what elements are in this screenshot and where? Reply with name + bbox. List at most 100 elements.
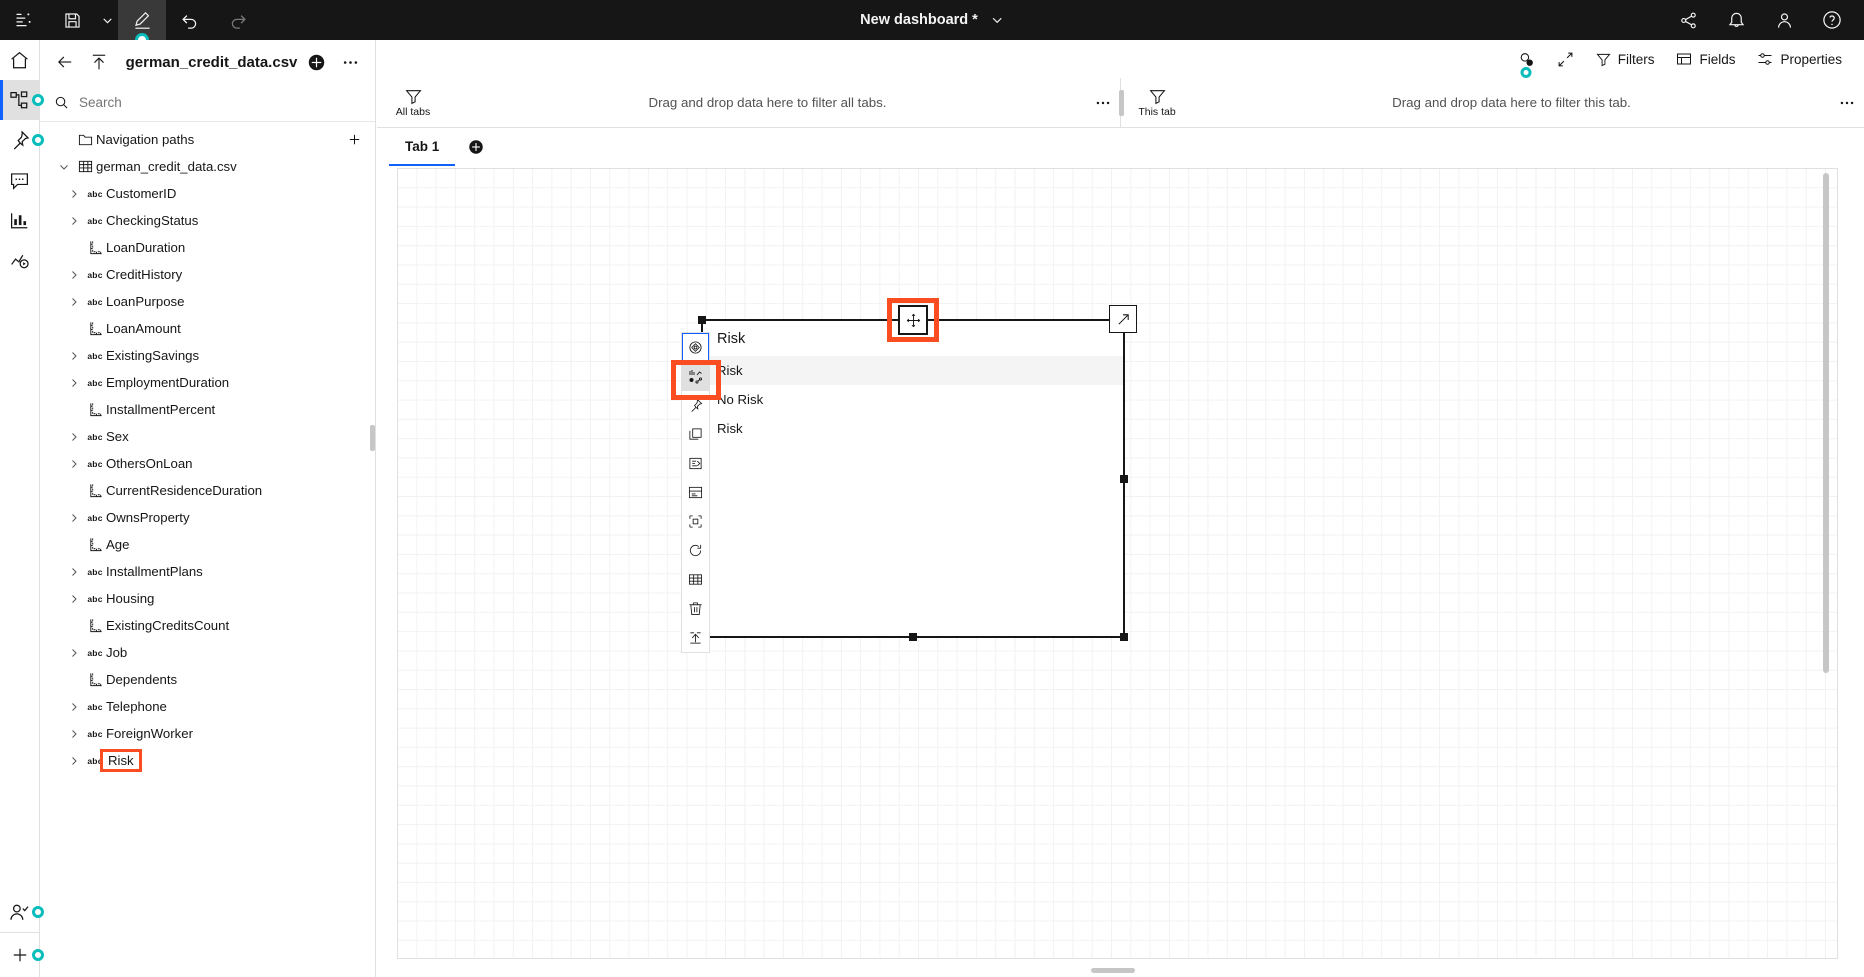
calculate-icon[interactable] [682, 449, 709, 478]
properties-button[interactable]: Properties [1747, 43, 1852, 75]
filters-button[interactable]: Filters [1586, 43, 1665, 75]
resize-handle-bottom-right[interactable] [1120, 633, 1128, 641]
move-handle-icon[interactable] [898, 305, 928, 335]
sidebar-item-comments[interactable] [0, 160, 39, 200]
field-tree-row[interactable]: abc ForeignWorker [40, 720, 375, 747]
field-tree-row[interactable]: Dependents [40, 666, 375, 693]
chevron-right-icon[interactable] [64, 458, 84, 470]
field-tree-row[interactable]: german_credit_data.csv [40, 153, 375, 180]
add-tab-icon[interactable] [459, 128, 493, 166]
panel-resize-handle[interactable] [370, 425, 375, 451]
sidebar-item-insights[interactable] [0, 240, 39, 280]
canvas-vertical-scrollbar[interactable] [1821, 173, 1831, 938]
chevron-right-icon[interactable] [64, 728, 84, 740]
chevron-right-icon[interactable] [64, 701, 84, 713]
chevron-right-icon[interactable] [64, 188, 84, 200]
all-tabs-filter-zone[interactable]: All tabs Drag and drop data here to filt… [377, 78, 1124, 127]
edit-pencil-icon[interactable] [118, 0, 166, 47]
field-tree-row[interactable]: abc OthersOnLoan [40, 450, 375, 477]
copy-widget-icon[interactable] [682, 420, 709, 449]
field-tree-row[interactable]: InstallmentPercent [40, 396, 375, 423]
field-tree-row[interactable]: abc OwnsProperty [40, 504, 375, 531]
chevron-right-icon[interactable] [64, 431, 84, 443]
widget-row[interactable]: Risk [703, 356, 1123, 385]
format-icon[interactable] [682, 507, 709, 536]
user-avatar-icon[interactable] [1760, 0, 1808, 40]
field-tree-row[interactable]: abc CheckingStatus [40, 207, 375, 234]
field-tree-row[interactable]: abc InstallmentPlans [40, 558, 375, 585]
field-tree-row[interactable]: abc CustomerID [40, 180, 375, 207]
resize-handle-top-left[interactable] [698, 316, 706, 324]
canvas-horizontal-scrollbar[interactable] [377, 965, 1864, 975]
filterbar-resize-handle[interactable] [1119, 89, 1124, 116]
add-circle-icon[interactable] [301, 47, 331, 77]
field-tree-row[interactable]: abc Sex [40, 423, 375, 450]
field-tree-row[interactable]: abc Housing [40, 585, 375, 612]
save-icon[interactable] [48, 0, 96, 40]
field-tree-row[interactable]: Navigation paths [40, 126, 375, 153]
reset-icon[interactable] [682, 536, 709, 565]
edit-visualization-icon[interactable] [682, 362, 709, 391]
search-input[interactable] [79, 95, 361, 110]
scrollbar-thumb[interactable] [1090, 968, 1135, 973]
field-tree-row[interactable]: abc EmploymentDuration [40, 369, 375, 396]
chevron-right-icon[interactable] [64, 377, 84, 389]
field-tree-row[interactable]: LoanAmount [40, 315, 375, 342]
redo-icon[interactable] [214, 0, 262, 40]
change-visualization-icon[interactable] [682, 333, 709, 362]
chevron-right-icon[interactable] [64, 215, 84, 227]
search-data-icon[interactable] [1508, 43, 1545, 78]
chevron-right-icon[interactable] [64, 593, 84, 605]
panel-overflow-icon[interactable] [335, 47, 365, 77]
this-tab-overflow-icon[interactable] [1830, 94, 1864, 112]
field-tree-row[interactable]: abc LoanPurpose [40, 288, 375, 315]
sidebar-item-home[interactable] [0, 40, 39, 80]
field-tree-row[interactable]: abc Telephone [40, 693, 375, 720]
field-tree-row[interactable]: abc ExistingSavings [40, 342, 375, 369]
scrollbar-thumb[interactable] [1823, 173, 1829, 673]
sidebar-item-visualizations[interactable] [0, 200, 39, 240]
chevron-right-icon[interactable] [64, 566, 84, 578]
notification-bell-icon[interactable] [1712, 0, 1760, 40]
all-tabs-overflow-icon[interactable] [1086, 94, 1120, 112]
upload-icon[interactable] [84, 47, 114, 77]
resize-handle-bottom-middle[interactable] [909, 633, 917, 641]
tab-tab-1[interactable]: Tab 1 [389, 128, 456, 166]
widget-row[interactable]: No Risk [703, 385, 1123, 414]
sidebar-item-add[interactable] [0, 932, 44, 977]
delete-icon[interactable] [682, 594, 709, 623]
widget-row[interactable]: Risk [703, 414, 1123, 443]
help-icon[interactable] [1808, 0, 1856, 40]
field-tree-row[interactable]: ExistingCreditsCount [40, 612, 375, 639]
undo-icon[interactable] [166, 0, 214, 40]
properties-widget-icon[interactable] [682, 478, 709, 507]
chevron-right-icon[interactable] [64, 755, 84, 767]
title-chevron-down-icon[interactable] [990, 13, 1004, 27]
back-arrow-icon[interactable] [50, 47, 80, 77]
sidebar-item-collaborate[interactable] [0, 892, 44, 932]
chevron-right-icon[interactable] [64, 512, 84, 524]
ungroup-icon[interactable] [682, 623, 709, 652]
chevron-right-icon[interactable] [64, 647, 84, 659]
field-tree-row[interactable]: abc CreditHistory [40, 261, 375, 288]
chevron-right-icon[interactable] [64, 296, 84, 308]
sidebar-item-pinned[interactable] [0, 120, 44, 160]
field-tree-row[interactable]: Age [40, 531, 375, 558]
pin-widget-icon[interactable] [682, 391, 709, 420]
chevron-down-icon[interactable] [54, 161, 74, 173]
dashboard-canvas[interactable]: Risk Risk No Risk Risk [397, 168, 1838, 959]
outline-icon[interactable] [0, 0, 48, 40]
fullscreen-icon[interactable] [1547, 43, 1584, 75]
add-navigation-path-icon[interactable] [341, 127, 367, 153]
fields-button[interactable]: Fields [1666, 43, 1745, 75]
save-caret-icon[interactable] [96, 0, 118, 40]
chevron-right-icon[interactable] [64, 350, 84, 362]
field-tree-row[interactable]: LoanDuration [40, 234, 375, 261]
dashboard-title-menu[interactable]: New dashboard * [860, 0, 1004, 40]
this-tab-filter-zone[interactable]: This tab Drag and drop data here to filt… [1121, 78, 1864, 127]
resize-handle-middle-right[interactable] [1120, 474, 1128, 483]
sidebar-item-sources[interactable] [0, 80, 44, 120]
panel-search[interactable] [40, 84, 375, 122]
share-icon[interactable] [1664, 0, 1712, 40]
grid-table-icon[interactable] [682, 565, 709, 594]
